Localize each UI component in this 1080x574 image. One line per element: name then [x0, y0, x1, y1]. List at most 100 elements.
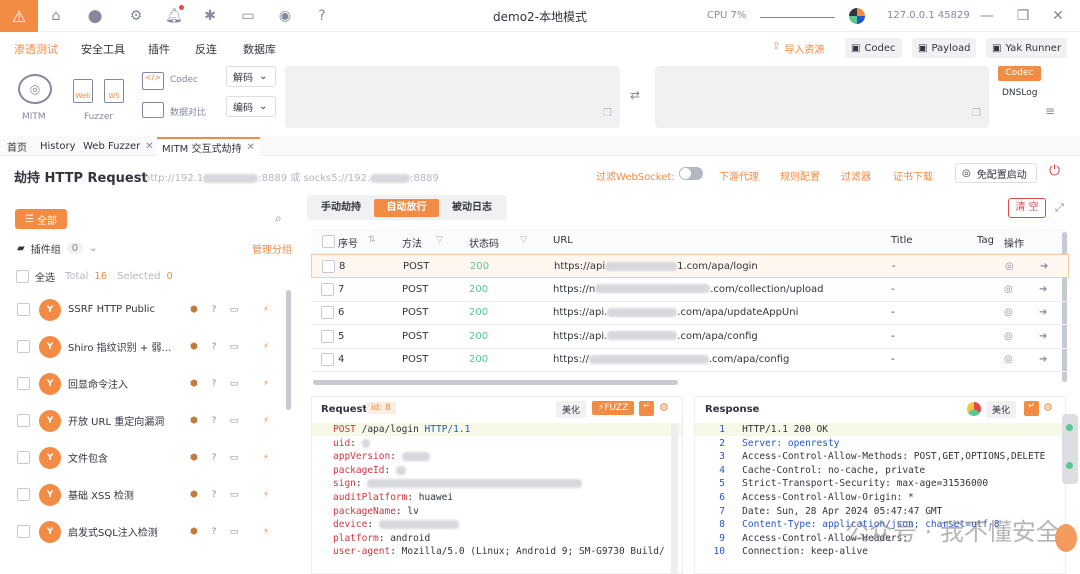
col-method[interactable]: 方法: [402, 235, 422, 250]
yak-runner-button[interactable]: ▣ Yak Runner: [986, 38, 1068, 58]
codec-tool-label[interactable]: Codec: [170, 75, 198, 85]
help-icon[interactable]: ?: [208, 304, 220, 316]
lightning-icon[interactable]: ⚡: [260, 341, 272, 353]
chrome-icon[interactable]: [967, 402, 981, 416]
lightning-icon[interactable]: ⚡: [260, 378, 272, 390]
tab-auto-pass[interactable]: 自动放行: [374, 199, 439, 217]
swap-icon[interactable]: ⇄: [630, 88, 640, 102]
compare-icon[interactable]: [142, 102, 164, 118]
terminal-icon[interactable]: ▭: [238, 6, 258, 26]
col-title[interactable]: Title: [891, 235, 912, 246]
fuzzer-web-icon[interactable]: Web: [73, 79, 93, 103]
settings-icon[interactable]: ⚙: [1043, 401, 1053, 414]
camera-icon[interactable]: ◉: [275, 6, 295, 26]
plugin-item[interactable]: Y 开放 URL 重定向漏洞 ⬢? ▭ ⚡: [14, 402, 294, 439]
minimize-icon[interactable]: —: [977, 6, 997, 26]
terminal-icon[interactable]: ▭: [228, 489, 240, 501]
plugin-item[interactable]: Y 文件包含 ⬢? ▭ ⚡: [14, 439, 294, 476]
help-icon[interactable]: ?: [208, 489, 220, 501]
plugin-item[interactable]: Y SSRF HTTP Public ⬢? ▭ ⚡: [14, 291, 294, 328]
row-checkbox[interactable]: [322, 260, 335, 273]
close-icon[interactable]: ✕: [1048, 6, 1068, 26]
fuzz-button[interactable]: ⚡FUZZ: [592, 401, 635, 415]
fuzzer-ws-icon[interactable]: WS: [104, 79, 124, 103]
col-url[interactable]: URL: [553, 235, 573, 246]
plugin-checkbox[interactable]: [17, 340, 30, 353]
sort-icon[interactable]: ⇅: [368, 235, 376, 245]
plugin-group-select[interactable]: ▰ 插件组 0 ⌄: [17, 241, 97, 256]
search-icon[interactable]: ⌕: [275, 211, 282, 226]
fuzzer-label[interactable]: Fuzzer: [84, 112, 113, 122]
filter-icon[interactable]: ▽: [520, 235, 527, 245]
fullscreen-icon[interactable]: ⤢: [1055, 201, 1064, 215]
tab-web-fuzzer[interactable]: Web Fuzzer ✕: [78, 137, 159, 156]
rules-config-link[interactable]: 规则配置: [780, 168, 820, 183]
filter-link[interactable]: 过滤器: [841, 168, 871, 183]
table-row[interactable]: 8 POST 200 https://api 1.com/apa/login - ◎ ➔: [311, 254, 1069, 278]
chrome-icon[interactable]: ◎: [1004, 354, 1013, 365]
row-url[interactable]: https://api. .com/apa/config: [553, 331, 758, 342]
help-icon[interactable]: ?: [312, 6, 332, 26]
row-url[interactable]: https://api. .com/apa/updateAppUni: [553, 307, 798, 318]
arrow-right-icon[interactable]: ➔: [1040, 261, 1048, 272]
lightning-icon[interactable]: ⚡: [260, 415, 272, 427]
dnslog-button[interactable]: DNSLog: [1002, 88, 1037, 98]
terminal-icon[interactable]: ▭: [228, 452, 240, 464]
menu-reverse[interactable]: 反连: [195, 41, 217, 57]
decode-select[interactable]: 解码 ⌄: [226, 66, 276, 87]
codec-input[interactable]: [285, 66, 620, 128]
bug-icon[interactable]: ✱: [200, 6, 220, 26]
menu-pentest[interactable]: 渗透测试: [14, 41, 58, 57]
plugin-checkbox[interactable]: [17, 414, 30, 427]
settings-icon[interactable]: ⚙: [126, 6, 146, 26]
arrow-right-icon[interactable]: ➔: [1039, 331, 1047, 342]
request-scrollbar[interactable]: [671, 424, 678, 574]
filter-icon[interactable]: ▽: [436, 235, 443, 245]
table-row[interactable]: 6 POST 200 https://api. .com/apa/updateAppUn…: [311, 301, 1069, 326]
help-icon[interactable]: ?: [208, 378, 220, 390]
import-resources-button[interactable]: ⇪ 导入资源: [772, 41, 824, 56]
terminal-icon[interactable]: ▭: [228, 415, 240, 427]
terminal-icon[interactable]: ▭: [228, 378, 240, 390]
select-all-checkbox[interactable]: [16, 270, 29, 283]
codec-tool-icon[interactable]: </>: [142, 72, 164, 90]
sort-icon[interactable]: ≡: [1045, 104, 1055, 118]
tab-mitm[interactable]: MITM 交互式劫持 ✕: [157, 137, 260, 156]
lightning-icon[interactable]: ⚡: [260, 489, 272, 501]
terminal-icon[interactable]: ▭: [228, 304, 240, 316]
menu-security-tools[interactable]: 安全工具: [81, 41, 125, 57]
home-icon[interactable]: ⌂: [46, 6, 66, 26]
close-icon[interactable]: ✕: [247, 142, 255, 153]
plugin-item[interactable]: Y 基础 XSS 检测 ⬢? ▭ ⚡: [14, 476, 294, 513]
tab-history[interactable]: History: [35, 137, 81, 156]
menu-database[interactable]: 数据库: [243, 41, 276, 57]
row-checkbox[interactable]: [321, 282, 334, 296]
response-send-icon[interactable]: ↵: [1024, 401, 1039, 416]
col-tag[interactable]: Tag: [977, 235, 994, 246]
row-url[interactable]: https:// .com/apa/config: [553, 354, 789, 365]
lightning-icon[interactable]: ⚡: [260, 452, 272, 464]
table-row[interactable]: 5 POST 200 https://api. .com/apa/config - ◎ ➔: [311, 325, 1069, 349]
lightning-icon[interactable]: ⚡: [260, 304, 272, 316]
arrow-right-icon[interactable]: ➔: [1039, 354, 1047, 365]
clear-button[interactable]: 清 空: [1008, 198, 1046, 218]
plugin-checkbox[interactable]: [17, 488, 30, 501]
plugin-checkbox[interactable]: [17, 303, 30, 316]
plugin-checkbox[interactable]: [17, 525, 30, 538]
row-url[interactable]: https://api 1.com/apa/login: [554, 261, 758, 272]
maximize-icon[interactable]: ❐: [1013, 6, 1033, 26]
tab-passive-log[interactable]: 被动日志: [443, 199, 501, 217]
help-icon[interactable]: ?: [208, 341, 220, 353]
terminal-icon[interactable]: ▭: [228, 341, 240, 353]
copy-icon[interactable]: ❐: [603, 108, 612, 119]
chrome-icon[interactable]: ◎: [1004, 331, 1013, 342]
arrow-right-icon[interactable]: ➔: [1039, 284, 1047, 295]
encode-select[interactable]: 编码 ⌄: [226, 96, 276, 117]
table-h-scrollbar[interactable]: [313, 380, 678, 385]
help-icon[interactable]: ?: [208, 415, 220, 427]
row-checkbox[interactable]: [321, 329, 334, 343]
help-icon[interactable]: ?: [208, 452, 220, 464]
plugin-item[interactable]: Y Shiro 指纹识别 + 弱密... ⬢? ▭ ⚡: [14, 328, 294, 365]
all-plugins-button[interactable]: ☰ 全部: [15, 209, 67, 229]
lightning-icon[interactable]: ⚡: [260, 526, 272, 538]
